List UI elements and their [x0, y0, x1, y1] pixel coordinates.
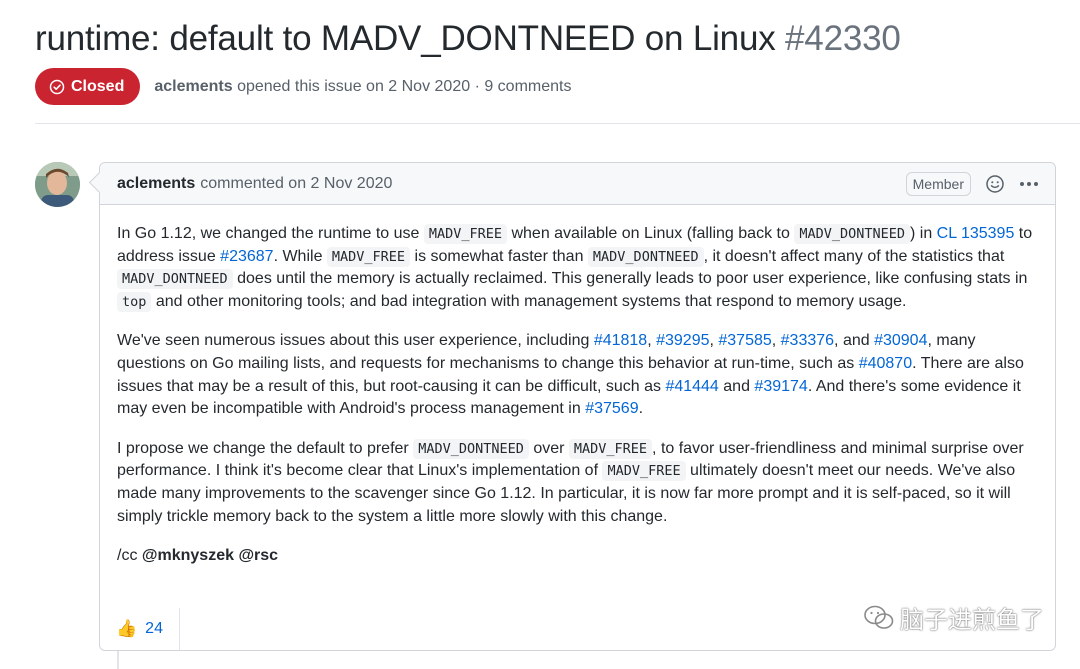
- text-span: ) in: [909, 225, 937, 242]
- inline-code: top: [117, 291, 152, 312]
- add-reaction-icon[interactable]: [985, 174, 1005, 194]
- wechat-icon: [864, 605, 894, 629]
- thumbs-up-reaction[interactable]: 👍 24: [116, 608, 180, 650]
- comment-author-link[interactable]: aclements: [117, 175, 195, 193]
- avatar[interactable]: [35, 162, 80, 207]
- issue-link[interactable]: #41444: [665, 378, 718, 395]
- issue-link[interactable]: #33376: [781, 332, 834, 349]
- issue-link[interactable]: #37585: [718, 332, 771, 349]
- issue-title: runtime: default to MADV_DONTNEED on Lin…: [35, 18, 1060, 60]
- timeline-line: [117, 650, 119, 669]
- header-divider: [35, 123, 1080, 124]
- comment-body: In Go 1.12, we changed the runtime to us…: [100, 205, 1055, 568]
- inline-code: MADV_DONTNEED: [117, 269, 233, 290]
- issue-link[interactable]: #41818: [594, 332, 647, 349]
- inline-code: MADV_FREE: [326, 246, 411, 267]
- comment-action[interactable]: commented on 2 Nov 2020: [200, 175, 392, 193]
- issue-link[interactable]: #30904: [874, 332, 927, 349]
- comment-paragraph: I propose we change the default to prefe…: [117, 438, 1038, 528]
- user-mention[interactable]: @rsc: [238, 547, 278, 564]
- text-span: is somewhat faster than: [410, 247, 588, 265]
- issue-number[interactable]: #42330: [785, 19, 901, 58]
- watermark-text: 脑子进煎鱼了: [900, 606, 1044, 634]
- text-span: ,: [647, 332, 657, 350]
- inline-code: MADV_FREE: [568, 438, 653, 459]
- text-span: does until the memory is actually reclai…: [232, 270, 1028, 288]
- text-span: .: [638, 400, 644, 418]
- more-options-icon[interactable]: [1019, 181, 1039, 187]
- comment-paragraph: We've seen numerous issues about this us…: [117, 330, 1038, 420]
- issue-link[interactable]: #37569: [585, 400, 638, 417]
- comment-header: aclements commented on 2 Nov 2020 Member: [100, 163, 1055, 205]
- comment-paragraph: In Go 1.12, we changed the runtime to us…: [117, 223, 1038, 313]
- issue-meta-text: opened this issue on 2 Nov 2020 · 9 comm…: [237, 77, 572, 95]
- watermark: 脑子进煎鱼了: [864, 600, 1044, 635]
- issue-link[interactable]: #40870: [859, 355, 912, 372]
- issue-title-text: runtime: default to MADV_DONTNEED on Lin…: [35, 19, 776, 58]
- comment-box: aclements commented on 2 Nov 2020 Member: [99, 162, 1056, 651]
- text-span: and other monitoring tools; and bad inte…: [151, 292, 907, 310]
- text-span: I propose we change the default to prefe…: [117, 439, 414, 457]
- issue-author-link[interactable]: aclements: [154, 78, 232, 95]
- text-span: , it doesn't affect many of the statisti…: [703, 247, 1005, 265]
- user-mention[interactable]: @mknyszek: [142, 547, 234, 564]
- inline-code: MADV_DONTNEED: [413, 438, 529, 459]
- issue-state-badge: Closed: [35, 68, 141, 105]
- inline-code: MADV_FREE: [423, 224, 508, 244]
- text-span: In Go 1.12, we changed the runtime to us…: [117, 225, 424, 242]
- thumbs-up-icon: 👍: [116, 619, 138, 638]
- text-span: /cc: [117, 547, 142, 565]
- text-span: when available on Linux (falling back to: [507, 225, 795, 242]
- issue-link[interactable]: #39295: [656, 332, 709, 349]
- text-span: ,: [771, 332, 781, 350]
- issue-link[interactable]: CL 135395: [937, 225, 1015, 242]
- text-span: and: [718, 377, 755, 395]
- text-span: over: [528, 439, 569, 457]
- inline-code: MADV_DONTNEED: [794, 224, 910, 244]
- reaction-count: 24: [145, 620, 163, 637]
- issue-meta: Closed aclements opened this issue on 2 …: [35, 68, 571, 105]
- issue-link[interactable]: #39174: [754, 378, 807, 395]
- closed-issue-icon: [49, 79, 65, 94]
- inline-code: MADV_DONTNEED: [587, 246, 704, 267]
- text-span: . While: [273, 247, 327, 265]
- text-span: We've seen numerous issues about this us…: [117, 332, 594, 350]
- issue-link[interactable]: #23687: [220, 248, 273, 265]
- comment-paragraph: /cc @mknyszek @rsc: [117, 545, 1038, 568]
- text-span: , and: [834, 332, 875, 350]
- issue-state-label: Closed: [71, 77, 125, 95]
- inline-code: MADV_FREE: [602, 461, 686, 482]
- member-badge: Member: [905, 172, 971, 196]
